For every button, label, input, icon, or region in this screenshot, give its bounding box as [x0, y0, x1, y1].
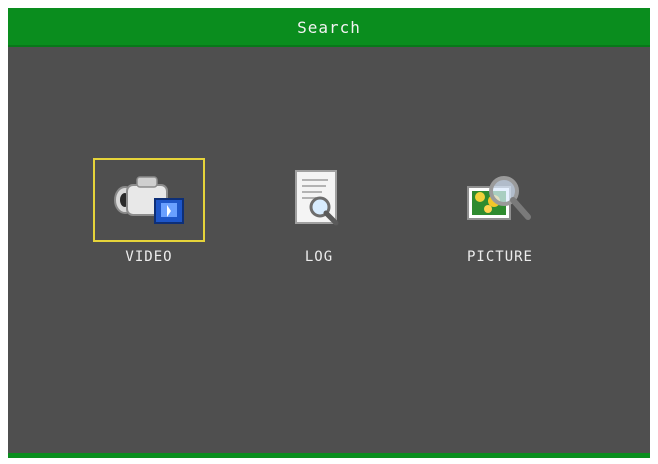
search-screen: Search VIDEO LOG PICTURE — [8, 8, 650, 458]
icon-frame — [444, 158, 556, 242]
menu-item-label: VIDEO — [125, 249, 173, 265]
menu-item-label: LOG — [304, 249, 334, 265]
log-document-icon — [295, 170, 339, 226]
bottom-bar — [8, 453, 650, 458]
menu-item-picture[interactable]: PICTURE — [435, 158, 565, 278]
menu-item-video[interactable]: VIDEO — [84, 158, 214, 278]
menu-item-label: PICTURE — [466, 249, 533, 265]
menu-item-log[interactable]: LOG — [254, 158, 384, 278]
icon-frame — [263, 158, 375, 242]
picture-search-icon — [467, 176, 531, 220]
title-bar: Search — [8, 8, 650, 47]
camcorder-icon — [114, 176, 184, 224]
page-title: Search — [297, 18, 361, 37]
selection-highlight — [93, 158, 205, 242]
